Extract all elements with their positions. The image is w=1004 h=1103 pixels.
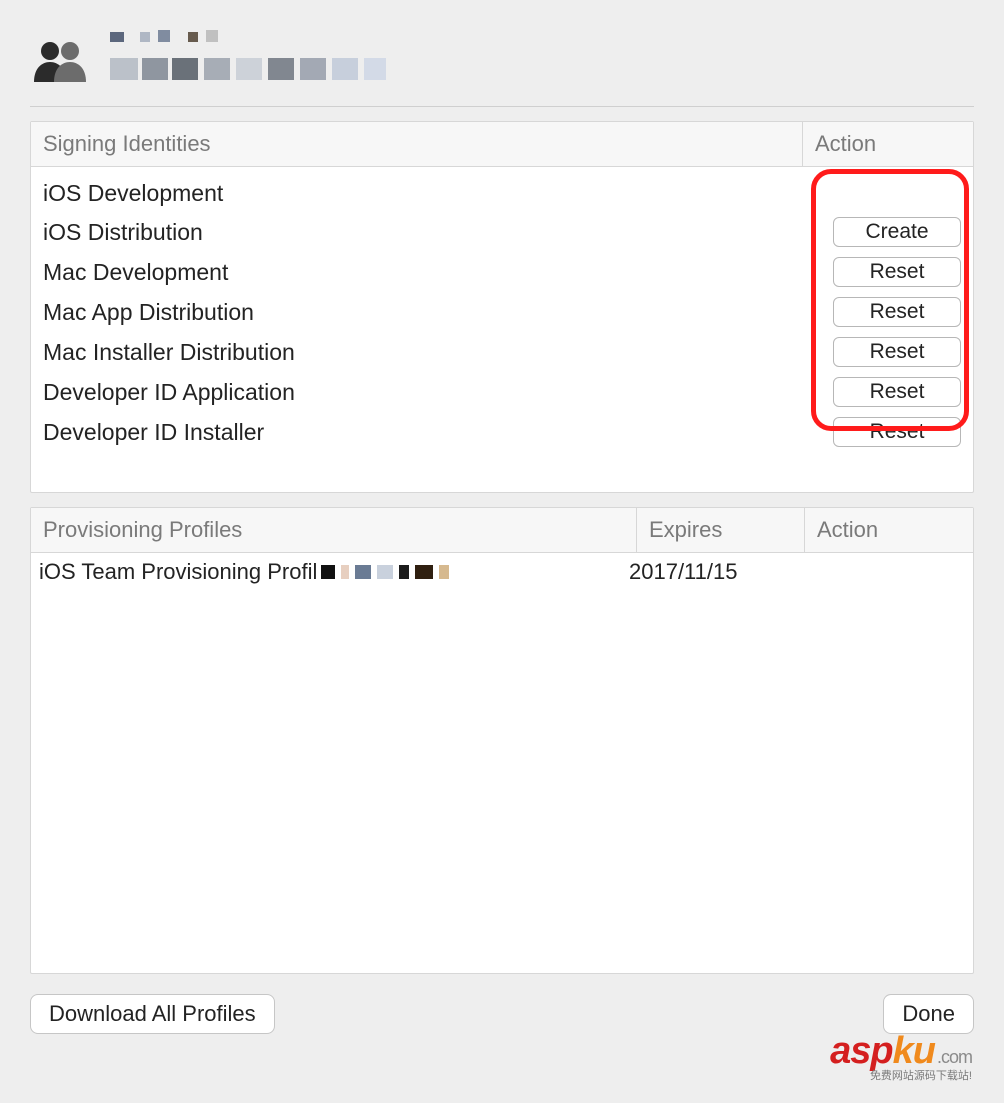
reset-button[interactable]: Reset xyxy=(833,297,961,327)
watermark-part1: asp xyxy=(830,1030,892,1072)
watermark-part2: ku xyxy=(893,1030,935,1072)
signing-action-cell: Reset xyxy=(801,377,961,407)
create-button[interactable]: Create xyxy=(833,217,961,247)
signing-row: Mac Development Reset xyxy=(41,252,963,292)
signing-action-cell: Create xyxy=(801,217,961,247)
divider xyxy=(30,106,974,107)
download-all-profiles-button[interactable]: Download All Profiles xyxy=(30,994,275,1034)
footer-bar: Download All Profiles Done xyxy=(30,988,974,1034)
signing-identity-name: Mac Development xyxy=(43,259,801,286)
signing-action-cell: Reset xyxy=(801,257,961,287)
signing-identity-name: Developer ID Installer xyxy=(43,419,801,446)
signing-action-cell: Reset xyxy=(801,417,961,447)
reset-button[interactable]: Reset xyxy=(833,417,961,447)
provisioning-header-action: Action xyxy=(805,508,973,552)
provisioning-header-expires: Expires xyxy=(637,508,805,552)
signing-row: Developer ID Installer Reset xyxy=(41,412,963,452)
signing-row: iOS Distribution Create xyxy=(41,212,963,252)
signing-header-action: Action xyxy=(803,122,973,166)
signing-header-name: Signing Identities xyxy=(31,122,803,166)
team-silhouette-icon xyxy=(30,38,92,82)
team-name-redacted xyxy=(110,28,420,92)
signing-row: Developer ID Application Reset xyxy=(41,372,963,412)
provisioning-header-name: Provisioning Profiles xyxy=(31,508,637,552)
signing-identity-name: iOS Distribution xyxy=(43,219,801,246)
signing-action-cell: Reset xyxy=(801,337,961,367)
signing-identity-name: Developer ID Application xyxy=(43,379,801,406)
signing-identity-name: iOS Development xyxy=(43,180,801,207)
signing-identity-name: Mac Installer Distribution xyxy=(43,339,801,366)
watermark-tld: .com xyxy=(937,1047,972,1067)
signing-row: iOS Development xyxy=(41,175,963,212)
provisioning-expires: 2017/11/15 xyxy=(629,559,797,585)
team-header xyxy=(30,28,974,102)
signing-row: Mac App Distribution Reset xyxy=(41,292,963,332)
signing-identities-panel: Signing Identities Action iOS Developmen… xyxy=(30,121,974,493)
reset-button[interactable]: Reset xyxy=(833,377,961,407)
provisioning-profile-name: iOS Team Provisioning Profil xyxy=(39,559,629,585)
signing-identity-name: Mac App Distribution xyxy=(43,299,801,326)
done-button[interactable]: Done xyxy=(883,994,974,1034)
signing-table-header: Signing Identities Action xyxy=(31,122,973,167)
signing-row: Mac Installer Distribution Reset xyxy=(41,332,963,372)
reset-button[interactable]: Reset xyxy=(833,257,961,287)
provisioning-table-header: Provisioning Profiles Expires Action xyxy=(31,508,973,553)
reset-button[interactable]: Reset xyxy=(833,337,961,367)
watermark: aspku.com 免费网站源码下载站! xyxy=(30,1030,974,1083)
redacted-text xyxy=(321,565,449,579)
provisioning-profiles-panel: Provisioning Profiles Expires Action iOS… xyxy=(30,507,974,974)
provisioning-row[interactable]: iOS Team Provisioning Profil2017/11/15 xyxy=(39,559,965,585)
signing-action-cell: Reset xyxy=(801,297,961,327)
